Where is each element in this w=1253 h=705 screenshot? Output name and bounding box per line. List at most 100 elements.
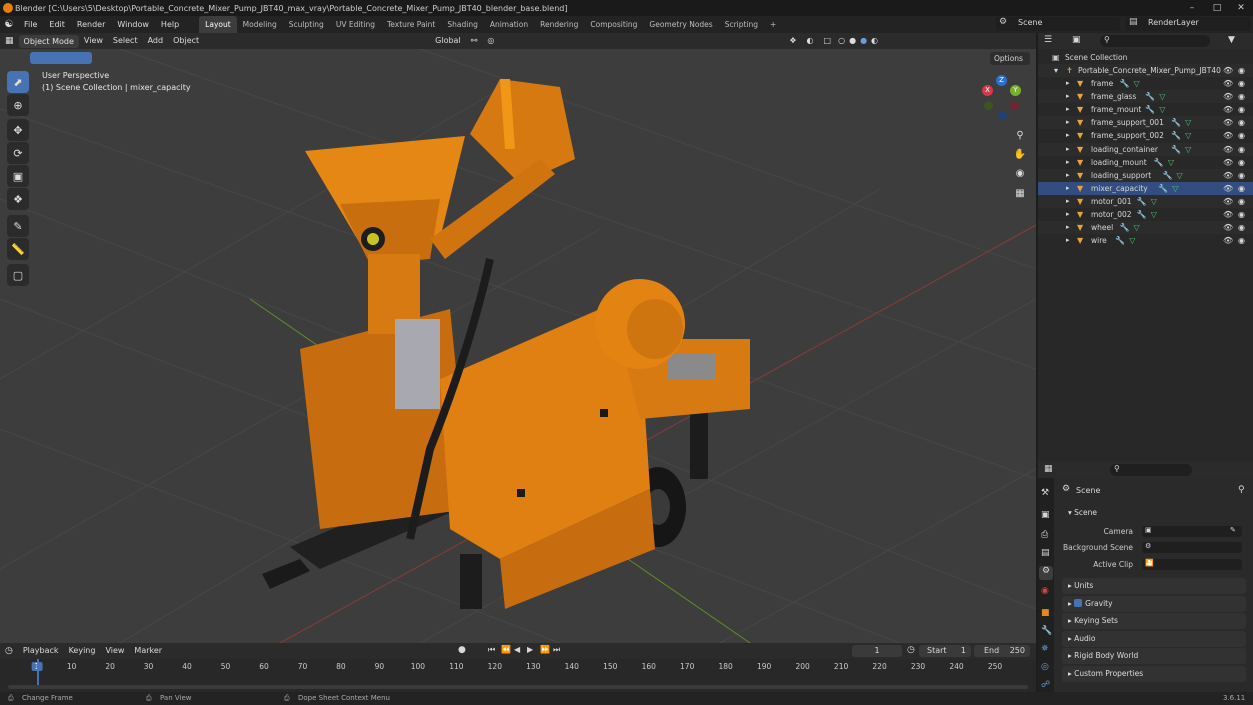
modifier-tab-icon[interactable]: 🔧 [1041, 626, 1052, 636]
menu-edit[interactable]: Edit [43, 16, 71, 33]
outliner-item-mixer-capacity[interactable]: ▸ ▼ mixer_capacity 🔧 ▽ 👁 ◉ [1038, 181, 1253, 195]
minimize-button[interactable]: – [1180, 0, 1204, 16]
visibility-eye-icon[interactable]: 👁 [1223, 103, 1233, 116]
ortho-grid-icon[interactable]: ▦ [1010, 183, 1030, 203]
menu-render[interactable]: Render [71, 16, 111, 33]
expand-arrow-icon[interactable]: ▸ [1066, 129, 1070, 142]
camera-view-icon[interactable]: ◉ [1010, 163, 1030, 183]
expand-arrow-icon[interactable]: ▸ [1066, 77, 1070, 90]
select-box-tool[interactable]: ⬈ [7, 71, 29, 93]
outliner-item-frame[interactable]: ▸ ▼ frame 🔧 ▽ 👁 ◉ [1038, 77, 1253, 90]
tab-texture-paint[interactable]: Texture Paint [381, 16, 441, 33]
visibility-eye-icon[interactable]: 👁 [1223, 234, 1233, 247]
expand-arrow-icon[interactable]: ▸ [1066, 234, 1070, 247]
outliner-item-loading-container[interactable]: ▸ ▼ loading_container 🔧 ▽ 👁 ◉ [1038, 142, 1253, 156]
subpanel-gravity[interactable]: ▸ Gravity [1062, 595, 1246, 612]
subpanel-keying-sets[interactable]: ▸ Keying Sets [1062, 613, 1246, 630]
tab-scripting[interactable]: Scripting [719, 16, 764, 33]
expand-arrow-icon[interactable]: ▸ [1066, 116, 1070, 129]
render-camera-icon[interactable]: ◉ [1238, 169, 1245, 182]
properties-search-input[interactable]: ⚲ [1110, 464, 1192, 476]
tab-geometry-nodes[interactable]: Geometry Nodes [643, 16, 718, 33]
current-frame-field[interactable]: 1 [852, 645, 902, 657]
start-frame-field[interactable]: Start 1 [919, 645, 971, 657]
outliner-item-frame-support-001[interactable]: ▸ ▼ frame_support_001 🔧 ▽ 👁 ◉ [1038, 116, 1253, 130]
particles-tab-icon[interactable]: ✵ [1041, 644, 1049, 654]
outliner-item-wire[interactable]: ▸ ▼ wire 🔧 ▽ 👁 ◉ [1038, 234, 1253, 247]
visibility-eye-icon[interactable]: 👁 [1223, 116, 1233, 129]
render-camera-icon[interactable]: ◉ [1238, 221, 1245, 234]
concrete-mixer-model[interactable] [262, 79, 750, 609]
navigation-gizmo[interactable]: Z Y X [978, 73, 1026, 121]
menu-object[interactable]: Object [168, 33, 204, 49]
menu-help[interactable]: Help [155, 16, 185, 33]
blender-menu-icon[interactable]: ☯ [0, 19, 18, 30]
shading-rendered-icon[interactable]: ◐ [869, 33, 880, 49]
visibility-eye-icon[interactable]: 👁 [1223, 156, 1233, 169]
tab-animation[interactable]: Animation [484, 16, 534, 33]
render-camera-icon[interactable]: ◉ [1238, 103, 1245, 116]
menu-select[interactable]: Select [108, 33, 143, 49]
gizmo-z-axis[interactable]: Z [996, 75, 1007, 86]
view-layer-tab-icon[interactable]: ▤ [1041, 548, 1050, 558]
visibility-eye-icon[interactable]: 👁 [1223, 195, 1233, 208]
measure-tool[interactable]: 📏 [7, 238, 29, 260]
constraints-tab-icon[interactable]: ☍ [1041, 680, 1050, 690]
proportional-edit-icon[interactable]: ◎ [482, 33, 499, 49]
snap-icon[interactable]: ⚯ [466, 33, 483, 49]
expand-arrow-icon[interactable]: ▸ [1066, 208, 1070, 221]
visibility-eye-icon[interactable]: 👁 [1223, 77, 1233, 90]
background-scene-field[interactable]: ⚙ [1142, 542, 1242, 553]
render-camera-icon[interactable]: ◉ [1238, 156, 1245, 169]
shading-wireframe-icon[interactable]: ○ [836, 33, 847, 49]
scene-panel-header[interactable]: ▾ Scene [1062, 505, 1246, 521]
tab-compositing[interactable]: Compositing [584, 16, 643, 33]
display-mode-icon[interactable]: ▣ [1072, 35, 1081, 45]
gizmo-toggle-icon[interactable]: ❖ [784, 33, 801, 49]
visibility-eye-icon[interactable]: 👁 [1223, 182, 1233, 195]
jump-start-icon[interactable]: ⏮ [488, 645, 495, 655]
eyedropper-icon[interactable]: ✎ [1230, 526, 1236, 534]
expand-arrow-icon[interactable]: ▸ [1066, 90, 1070, 103]
outliner-item-loading-mount[interactable]: ▸ ▼ loading_mount 🔧 ▽ 👁 ◉ [1038, 156, 1253, 169]
render-camera-icon[interactable]: ◉ [1238, 77, 1245, 90]
render-camera-icon[interactable]: ◉ [1238, 234, 1245, 247]
pin-icon[interactable]: ⚲ [1238, 485, 1245, 495]
gizmo-x-axis[interactable]: X [982, 85, 993, 96]
scale-tool[interactable]: ▣ [7, 165, 29, 187]
clock-icon[interactable]: ◷ [907, 645, 915, 655]
render-camera-icon[interactable]: ◉ [1238, 129, 1245, 142]
world-tab-icon[interactable]: ◉ [1041, 586, 1049, 596]
menu-view[interactable]: View [79, 33, 108, 49]
menu-marker[interactable]: Marker [129, 643, 167, 659]
tab-sculpting[interactable]: Sculpting [283, 16, 330, 33]
outliner-item-motor-002[interactable]: ▸ ▼ motor_002 🔧 ▽ 👁 ◉ [1038, 208, 1253, 221]
menu-add[interactable]: Add [143, 33, 169, 49]
rotate-tool[interactable]: ⟳ [7, 142, 29, 164]
outliner-collection-row[interactable]: ▾ ✝ Portable_Concrete_Mixer_Pump_JBT40 👁… [1038, 64, 1253, 77]
timeline-editor-icon[interactable]: ◷ [0, 643, 18, 659]
outliner-item-loading-support[interactable]: ▸ ▼ loading_support 🔧 ▽ 👁 ◉ [1038, 168, 1253, 182]
jump-end-icon[interactable]: ⏭ [553, 645, 560, 655]
mode-dropdown[interactable]: Object Mode [18, 34, 79, 48]
render-camera-icon[interactable]: ◉ [1238, 208, 1245, 221]
expand-arrow-icon[interactable]: ▸ [1066, 143, 1070, 156]
menu-window[interactable]: Window [111, 16, 155, 33]
render-camera-icon[interactable]: ◉ [1238, 90, 1245, 103]
end-frame-field[interactable]: End 250 [974, 645, 1030, 657]
overlay-toggle-icon[interactable]: ◐ [802, 33, 819, 49]
cursor-tool[interactable]: ⊕ [7, 94, 29, 116]
physics-tab-icon[interactable]: ◎ [1041, 662, 1049, 672]
render-camera-icon[interactable]: ◉ [1238, 182, 1245, 195]
visibility-eye-icon[interactable]: 👁 [1223, 129, 1233, 142]
menu-timeline-view[interactable]: View [100, 643, 129, 659]
timeline[interactable]: 1102030405060708090100110120130140150160… [0, 659, 1036, 692]
gizmo-neg-x[interactable] [1010, 101, 1019, 110]
pan-hand-icon[interactable]: ✋ [1010, 144, 1030, 164]
record-icon[interactable]: ● [458, 645, 466, 655]
properties-editor-icon[interactable]: ▦ [1044, 464, 1053, 474]
add-cube-tool[interactable]: ▢ [7, 264, 29, 286]
visibility-eye-icon[interactable]: 👁 [1223, 90, 1233, 103]
zoom-icon[interactable]: ⚲ [1010, 125, 1030, 145]
expand-arrow-icon[interactable]: ▾ [1054, 64, 1058, 77]
